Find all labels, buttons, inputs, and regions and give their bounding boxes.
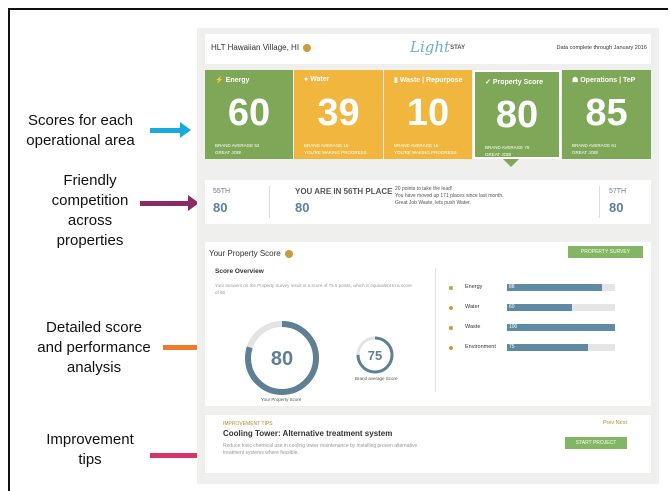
environment-bar-value: 75 (509, 344, 515, 350)
logo-stay-text: STAY (450, 44, 466, 51)
tile-waste-label-text: Waste | Repurpose (399, 77, 463, 84)
selected-tile-caret (503, 159, 519, 167)
tile-energy-label: ⚡ Energy (215, 76, 249, 84)
brand-average-value: 75 (368, 348, 382, 363)
header-bar: HLT Hawaiian Village, HI LightSTAY Data … (205, 34, 651, 64)
dashboard-panel: HLT Hawaiian Village, HI LightSTAY Data … (197, 28, 659, 484)
callout-scores: Scores for each operational area (26, 112, 135, 149)
energy-bar-value: 88 (509, 284, 515, 290)
tile-operations-message: GREAT JOB! (572, 150, 599, 155)
logo-light-text: Light (410, 38, 451, 56)
tile-property-label-text: Property Score (492, 79, 544, 86)
tile-energy[interactable]: ⚡ Energy 60 BRAND AVERAGE 52 GREAT JOB! (205, 70, 293, 159)
environment-bar-label: Environment (465, 344, 496, 350)
start-project-button[interactable]: START PROJECT (565, 437, 627, 449)
water-bar-label: Water (465, 304, 480, 310)
info-icon[interactable] (303, 43, 312, 52)
brand-average-caption: Brand average Score (355, 376, 398, 381)
callout-competition: Friendly competition across properties (51, 172, 129, 249)
energy-bar-label: Energy (465, 284, 483, 290)
energy-bullet (449, 286, 453, 290)
right-rank-label: 57TH (609, 188, 627, 195)
tile-waste-brand-average: BRAND AVERAGE 15 (394, 143, 439, 148)
people-icon: ☗ (572, 77, 579, 84)
tile-waste-label: ▮ Waste | Repurpose (394, 76, 463, 84)
property-name-label: HLT Hawaiian Village, HI (211, 43, 300, 52)
callout-tips: Improvement tips (46, 431, 134, 468)
tile-waste[interactable]: ▮ Waste | Repurpose 10 BRAND AVERAGE 15 … (384, 70, 472, 159)
energy-bar-fill (507, 284, 603, 291)
property-score-panel: Your Property Score PROPERTY SURVEY Scor… (205, 242, 651, 406)
tile-water-label-text: Water (310, 76, 330, 83)
tile-operations-brand-average: BRAND AVERAGE 61 (572, 143, 617, 148)
current-place-label: YOU ARE IN 56TH PLACE (295, 187, 393, 196)
frame-border-left (8, 8, 10, 491)
panel-divider (435, 268, 436, 392)
competition-message: 20 points to take the lead! You have mov… (395, 186, 504, 206)
tips-pagination[interactable]: Prev Next (603, 420, 627, 426)
tile-property-brand-average: BRAND AVERAGE 75 (485, 145, 530, 150)
tile-operations-label-text: Operations | TeP (580, 77, 636, 84)
waste-bar: 100 (507, 324, 615, 331)
water-bar: 60 (507, 304, 615, 311)
lightstay-logo: LightSTAY (410, 38, 465, 58)
frame-border-top (8, 8, 668, 10)
divider (269, 186, 270, 218)
environment-bar: 75 (507, 344, 615, 351)
tile-operations[interactable]: ☗ Operations | TeP 85 BRAND AVERAGE 61 G… (562, 70, 651, 159)
property-name[interactable]: HLT Hawaiian Village, HI (211, 43, 312, 52)
water-drop-icon: ● (304, 76, 309, 83)
tile-water-brand-average: BRAND AVERAGE 15 (304, 143, 349, 148)
score-rings: 80 75 (245, 321, 394, 395)
divider (599, 186, 600, 218)
tile-water[interactable]: ● Water 39 BRAND AVERAGE 15 YOU'RE MAKIN… (294, 70, 383, 159)
arrow-scores (150, 122, 191, 138)
data-complete-text: Data complete through January 2016 (556, 45, 647, 51)
left-rank-value: 80 (213, 200, 228, 215)
tile-energy-message: GREAT JOB! (215, 150, 242, 155)
tip-title: Cooling Tower: Alternative treatment sys… (223, 429, 393, 438)
tile-waste-message: YOU'RE MAKING PROGRESS (394, 150, 457, 155)
tile-energy-score: 60 (227, 92, 271, 134)
tile-property-label: ✓ Property Score (485, 78, 543, 86)
tile-operations-label: ☗ Operations | TeP (572, 76, 635, 84)
waste-bullet (449, 326, 453, 330)
tile-property-score[interactable]: ✓ Property Score 80 BRAND AVERAGE 75 GRE… (473, 70, 561, 159)
water-bullet (449, 306, 453, 310)
arrow-tips (150, 447, 209, 463)
property-score-caption: Your Property Score (261, 397, 302, 402)
left-rank-label: 55TH (213, 188, 231, 195)
waste-bar-value: 100 (509, 324, 518, 330)
callout-analysis: Detailed score and performance analysis (37, 319, 151, 376)
competition-bar: 55TH 80 YOU ARE IN 56TH PLACE 80 20 poin… (205, 180, 651, 224)
current-place-value: 80 (295, 200, 310, 215)
property-score-value: 80 (271, 348, 293, 370)
right-rank-value: 80 (609, 200, 624, 215)
water-bar-value: 60 (509, 304, 515, 310)
environment-bullet (449, 346, 453, 350)
environment-bar-fill (507, 344, 588, 351)
tile-waste-score: 10 (406, 92, 450, 134)
tile-energy-brand-average: BRAND AVERAGE 52 (215, 143, 260, 148)
property-survey-button[interactable]: PROPERTY SURVEY (568, 246, 643, 258)
tile-property-message: GREAT JOB! (485, 152, 512, 157)
tile-water-label: ● Water (304, 76, 329, 83)
check-circle-icon: ✓ (485, 79, 491, 86)
water-bar-fill (507, 304, 572, 311)
tile-property-score-value: 80 (495, 94, 539, 136)
tile-operations-score: 85 (585, 92, 628, 134)
tip-description: Reduce toxic chemical use in cooling tow… (223, 443, 418, 456)
waste-bar-label: Waste (465, 324, 481, 330)
tile-energy-label-text: Energy (225, 77, 250, 84)
tile-water-message: YOU'RE MAKING PROGRESS (304, 150, 367, 155)
waste-bar-fill (507, 324, 615, 331)
arrow-competition (140, 195, 199, 211)
bolt-icon: ⚡ (215, 77, 224, 84)
energy-bar: 88 (507, 284, 615, 291)
trash-icon: ▮ (394, 77, 398, 84)
tips-label: IMPROVEMENT TIPS (223, 421, 273, 427)
tile-water-score: 39 (317, 92, 360, 134)
improvement-tips-panel: IMPROVEMENT TIPS Cooling Tower: Alternat… (205, 415, 651, 473)
